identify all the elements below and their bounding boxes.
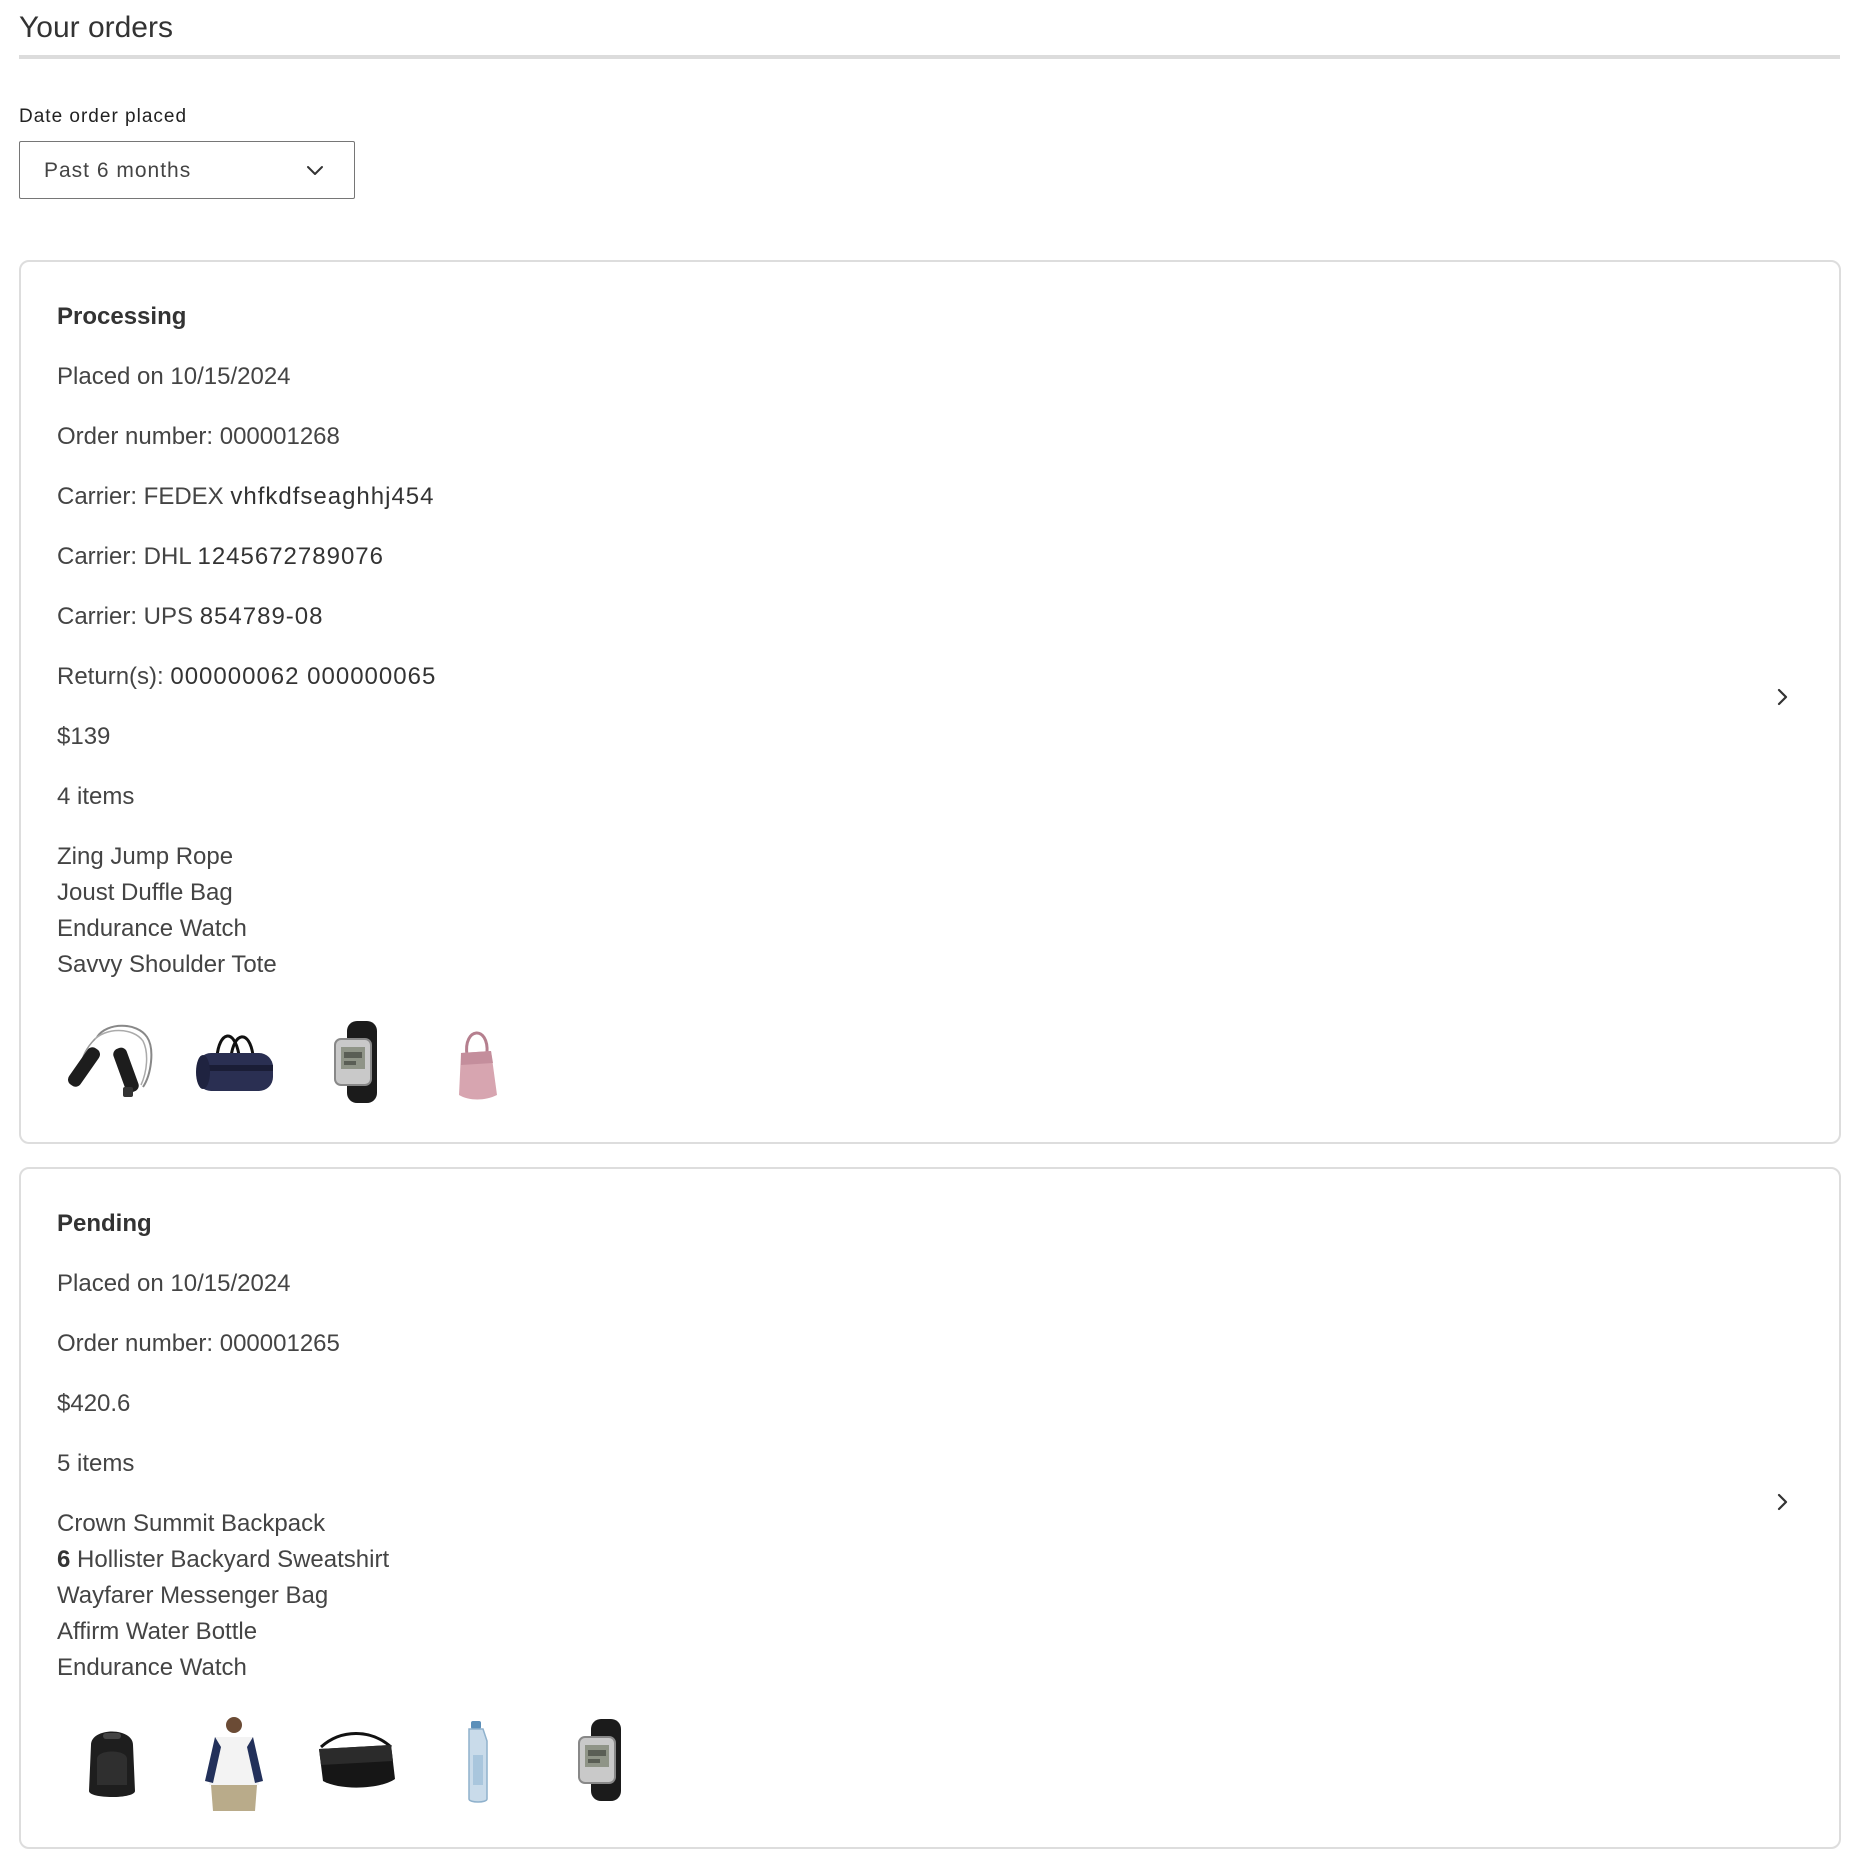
title-divider: [19, 55, 1840, 59]
sweatshirt-thumbnail: [189, 1715, 279, 1811]
order-placed-date: Placed on 10/15/2024: [57, 1270, 291, 1297]
water-bottle-thumbnail: [433, 1715, 523, 1805]
duffle-bag-thumbnail: [189, 1017, 279, 1107]
order-total: $139: [57, 723, 111, 750]
order-items-count: 4 items: [57, 783, 135, 810]
order-status: Processing: [57, 303, 187, 330]
order-item-qty: 6: [57, 1546, 71, 1573]
page-title: Your orders: [19, 11, 173, 44]
date-filter-value: Past 6 months: [44, 159, 192, 182]
carrier-label: Carrier: FEDEX: [57, 483, 224, 510]
order-card[interactable]: Pending Placed on 10/15/2024 Order numbe…: [19, 1167, 1841, 1849]
order-items-count: 5 items: [57, 1450, 135, 1477]
chevron-down-icon: [303, 159, 327, 183]
tracking-number-link[interactable]: 854789-08: [200, 603, 324, 630]
shoulder-tote-thumbnail: [433, 1017, 523, 1107]
order-status: Pending: [57, 1210, 152, 1237]
order-item-name: Endurance Watch: [57, 1654, 247, 1681]
date-filter-select[interactable]: Past 6 months: [19, 141, 355, 199]
returns-line: Return(s): 000000062 000000065: [57, 662, 436, 692]
order-card[interactable]: Processing Placed on 10/15/2024 Order nu…: [19, 260, 1841, 1144]
date-filter-label: Date order placed: [19, 106, 188, 127]
messenger-bag-thumbnail: [311, 1715, 401, 1805]
order-item-name: Affirm Water Bottle: [57, 1618, 258, 1645]
order-item: 6 Hollister Backyard Sweatshirt: [57, 1542, 389, 1578]
order-item-name: Hollister Backyard Sweatshirt: [77, 1546, 390, 1573]
watch-thumbnail: [311, 1017, 401, 1107]
orders-page: Your orders Date order placed Past 6 mon…: [0, 0, 1858, 1864]
order-item-name: Endurance Watch: [57, 915, 247, 942]
order-total: $420.6: [57, 1390, 131, 1417]
carrier-label: Carrier: UPS: [57, 603, 194, 630]
returns-label: Return(s):: [57, 663, 164, 690]
order-number-value: 000001268: [219, 423, 340, 450]
order-item-name: Crown Summit Backpack: [57, 1510, 326, 1537]
order-item-name: Savvy Shoulder Tote: [57, 951, 277, 978]
order-number: Order number: 000001265: [57, 1329, 340, 1359]
order-number-value: 000001265: [219, 1330, 340, 1357]
chevron-right-icon[interactable]: [1770, 685, 1794, 709]
carrier-line: Carrier: FEDEX vhfkdfseaghhj454: [57, 482, 435, 512]
watch-thumbnail: [555, 1715, 645, 1805]
chevron-right-icon[interactable]: [1770, 1490, 1794, 1514]
order-placed-date: Placed on 10/15/2024: [57, 363, 291, 390]
returns-value: 000000062 000000065: [170, 663, 437, 690]
order-item-name: Wayfarer Messenger Bag: [57, 1582, 329, 1609]
order-item-name: Zing Jump Rope: [57, 843, 234, 870]
tracking-number-link[interactable]: 1245672789076: [197, 543, 384, 570]
order-number: Order number: 000001268: [57, 422, 340, 452]
carrier-line: Carrier: DHL 1245672789076: [57, 542, 384, 572]
order-item-name: Joust Duffle Bag: [57, 879, 233, 906]
jump-rope-thumbnail: [67, 1017, 157, 1107]
backpack-thumbnail: [67, 1715, 157, 1805]
carrier-label: Carrier: DHL: [57, 543, 191, 570]
tracking-number-link[interactable]: vhfkdfseaghhj454: [230, 483, 434, 510]
order-number-label: Order number:: [57, 423, 214, 450]
carrier-line: Carrier: UPS 854789-08: [57, 602, 323, 632]
order-number-label: Order number:: [57, 1330, 214, 1357]
